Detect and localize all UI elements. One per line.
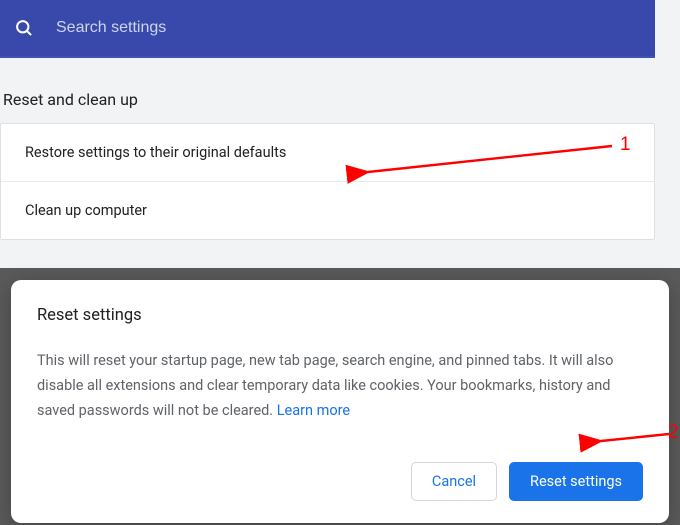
section-title: Reset and clean up xyxy=(0,58,680,123)
learn-more-link[interactable]: Learn more xyxy=(277,402,350,419)
search-input[interactable] xyxy=(56,19,641,37)
annotation-label-1: 1 xyxy=(620,134,631,156)
cleanup-computer-row[interactable]: Clean up computer xyxy=(1,182,654,239)
reset-settings-button[interactable]: Reset settings xyxy=(509,462,643,501)
search-bar xyxy=(0,0,655,58)
annotation-label-2: 2 xyxy=(668,422,679,444)
cancel-button[interactable]: Cancel xyxy=(411,462,497,501)
reset-settings-dialog: Reset settings This will reset your star… xyxy=(11,280,669,523)
dialog-title: Reset settings xyxy=(37,306,643,325)
restore-defaults-label: Restore settings to their original defau… xyxy=(25,144,286,161)
cleanup-computer-label: Clean up computer xyxy=(25,202,147,219)
dialog-body: This will reset your startup page, new t… xyxy=(37,349,643,424)
settings-list: Restore settings to their original defau… xyxy=(0,123,655,240)
modal-overlay: Reset settings This will reset your star… xyxy=(0,268,680,525)
restore-defaults-row[interactable]: Restore settings to their original defau… xyxy=(1,124,654,182)
search-icon xyxy=(14,18,34,38)
dialog-actions: Cancel Reset settings xyxy=(37,462,643,501)
